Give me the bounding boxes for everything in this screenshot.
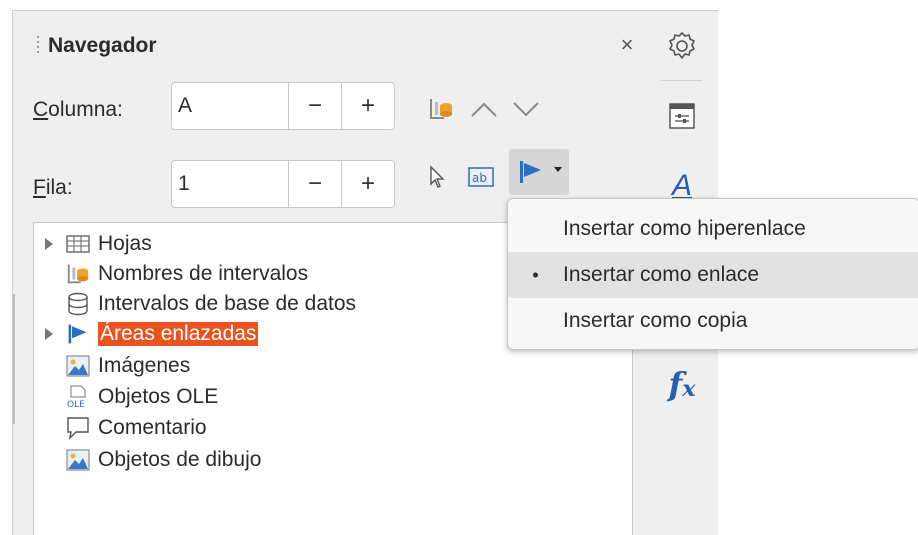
tree-item-label: Comentario — [98, 416, 207, 439]
tree-item-comentario[interactable]: Comentario — [34, 413, 207, 443]
menu-item-copia[interactable]: Insertar como copia — [508, 298, 918, 344]
function-icon[interactable]: fx — [662, 364, 702, 404]
menu-item-enlace[interactable]: • Insertar como enlace — [508, 252, 918, 298]
gear-icon[interactable] — [662, 26, 702, 66]
close-button[interactable]: × — [617, 32, 637, 58]
flag-icon — [513, 157, 549, 187]
range-names-icon[interactable] — [424, 92, 458, 126]
menu-item-label: Insertar como enlace — [563, 263, 760, 286]
function-icon-f: f — [668, 365, 683, 403]
sidebar-separator — [660, 80, 702, 81]
ole-icon: OLE — [64, 385, 92, 409]
menu-item-label: Insertar como hiperenlace — [563, 217, 806, 240]
fila-decrement-button[interactable]: − — [288, 161, 341, 207]
tree-item-label: Objetos OLE — [98, 385, 219, 408]
fila-label: Fila: — [33, 176, 73, 200]
tree-item-intervalos-bd[interactable]: Intervalos de base de datos — [34, 289, 356, 319]
expand-arrow-icon[interactable] — [34, 237, 64, 251]
tree-item-label: Intervalos de base de datos — [98, 292, 357, 315]
range-names-icon — [64, 262, 92, 286]
function-icon-x: x — [682, 376, 696, 402]
svg-text:OLE: OLE — [67, 400, 85, 409]
image-icon — [64, 354, 92, 378]
tree-item-label: Nombres de intervalos — [98, 262, 309, 285]
fila-input[interactable]: 1 — [172, 172, 288, 196]
expand-arrow-icon[interactable] — [34, 327, 64, 341]
tree-item-label: Imágenes — [98, 354, 191, 377]
fila-stepper[interactable]: 1 − + — [171, 160, 395, 208]
tree-item-label: Objetos de dibujo — [98, 448, 262, 471]
flag-icon — [64, 322, 92, 346]
comment-icon — [64, 416, 92, 440]
panel-edge — [13, 294, 21, 424]
tree-item-objetos-dibujo[interactable]: Objetos de dibujo — [34, 445, 261, 475]
menu-item-label: Insertar como copia — [563, 309, 748, 332]
tree-item-nombres-intervalos[interactable]: Nombres de intervalos — [34, 259, 308, 289]
radio-bullet-icon: • — [532, 264, 539, 285]
tree-item-label: Áreas enlazadas — [98, 322, 259, 346]
columna-increment-button[interactable]: + — [341, 83, 394, 129]
columna-label-text: olumna: — [48, 98, 123, 121]
tree-item-imagenes[interactable]: Imágenes — [34, 351, 190, 381]
dropdown-arrow-icon[interactable] — [551, 163, 565, 177]
insert-mode-menu: Insertar como hiperenlace • Insertar com… — [507, 198, 918, 350]
columna-label-mnemonic: C — [33, 98, 49, 121]
fila-label-text: ila: — [45, 176, 73, 199]
drag-grip-icon[interactable] — [37, 33, 40, 57]
chevron-down-icon[interactable] — [508, 92, 544, 126]
fila-label-mnemonic: F — [33, 176, 46, 199]
tree-item-objetos-ole[interactable]: OLE Objetos OLE — [34, 382, 218, 412]
columna-label: Columna: — [33, 98, 123, 122]
svg-text:ab: ab — [472, 171, 487, 185]
image-icon — [64, 448, 92, 472]
pointer-icon[interactable] — [422, 160, 452, 194]
tree-item-label: Hojas — [98, 232, 152, 255]
tree-item-areas-enlazadas[interactable]: Áreas enlazadas — [34, 319, 259, 349]
tree-item-hojas[interactable]: Hojas — [34, 229, 152, 259]
chevron-up-icon[interactable] — [466, 92, 502, 126]
columna-input[interactable]: A — [172, 94, 288, 118]
columna-stepper[interactable]: A − + — [171, 82, 395, 130]
fila-increment-button[interactable]: + — [341, 161, 394, 207]
menu-item-hiperenlace[interactable]: Insertar como hiperenlace — [508, 206, 918, 252]
properties-icon[interactable] — [662, 96, 702, 136]
panel-title: Navegador — [48, 34, 157, 57]
content-view-icon[interactable]: ab — [464, 160, 498, 194]
grid-icon — [64, 232, 92, 256]
database-icon — [64, 292, 92, 316]
columna-decrement-button[interactable]: − — [288, 83, 341, 129]
